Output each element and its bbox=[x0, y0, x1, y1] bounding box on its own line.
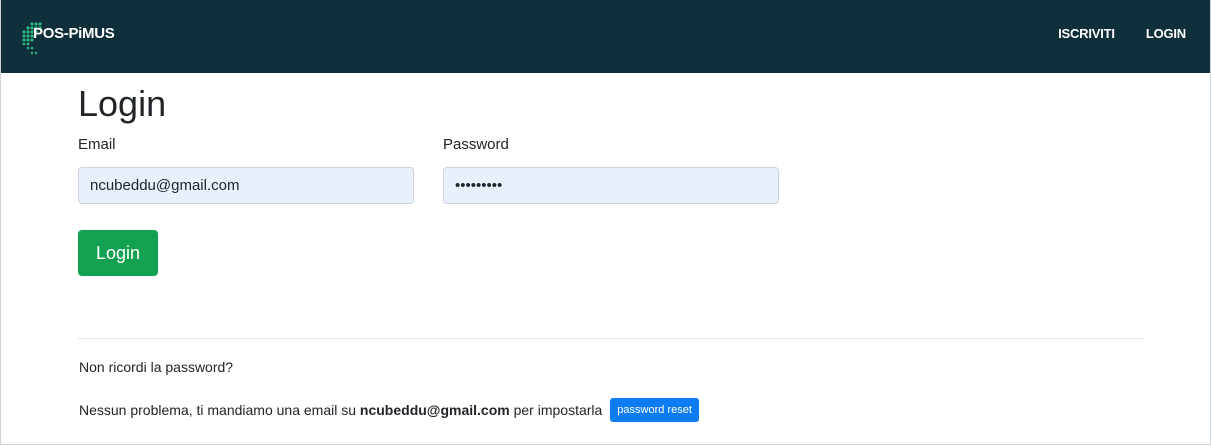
login-fields: Email Password bbox=[78, 136, 1144, 216]
navbar-links: ISCRIVITI LOGIN bbox=[1058, 26, 1186, 42]
password-field[interactable] bbox=[443, 167, 779, 204]
login-button[interactable]: Login bbox=[78, 230, 158, 276]
divider bbox=[78, 338, 1144, 339]
reset-text-before: Nessun problema, ti mandiamo una email s… bbox=[79, 402, 357, 418]
page-frame: POS-PiMUS ISCRIVITI LOGIN Login Email Pa… bbox=[0, 0, 1211, 445]
password-reset-line: Nessun problema, ti mandiamo una email s… bbox=[79, 398, 699, 422]
navbar: POS-PiMUS ISCRIVITI LOGIN bbox=[1, 0, 1210, 73]
password-label: Password bbox=[443, 136, 509, 153]
page-title: Login bbox=[78, 83, 167, 124]
email-field[interactable] bbox=[78, 167, 414, 204]
nav-link-login[interactable]: LOGIN bbox=[1146, 26, 1186, 42]
email-label: Email bbox=[78, 136, 116, 153]
nav-link-iscriviti[interactable]: ISCRIVITI bbox=[1058, 26, 1115, 42]
brand-name: POS-PiMUS bbox=[33, 25, 115, 42]
password-reset-button[interactable]: password reset bbox=[610, 398, 699, 422]
reset-text-after: per impostarla bbox=[513, 402, 603, 418]
forgot-password-question: Non ricordi la password? bbox=[79, 359, 234, 375]
login-content: Login Email Password Login bbox=[78, 82, 1144, 276]
password-group: Password bbox=[443, 136, 779, 204]
login-form: Email Password Login bbox=[78, 136, 1144, 276]
brand-link[interactable]: POS-PiMUS bbox=[21, 22, 115, 55]
reset-email: ncubeddu@gmail.com bbox=[359, 402, 510, 418]
email-group: Email bbox=[78, 136, 414, 204]
